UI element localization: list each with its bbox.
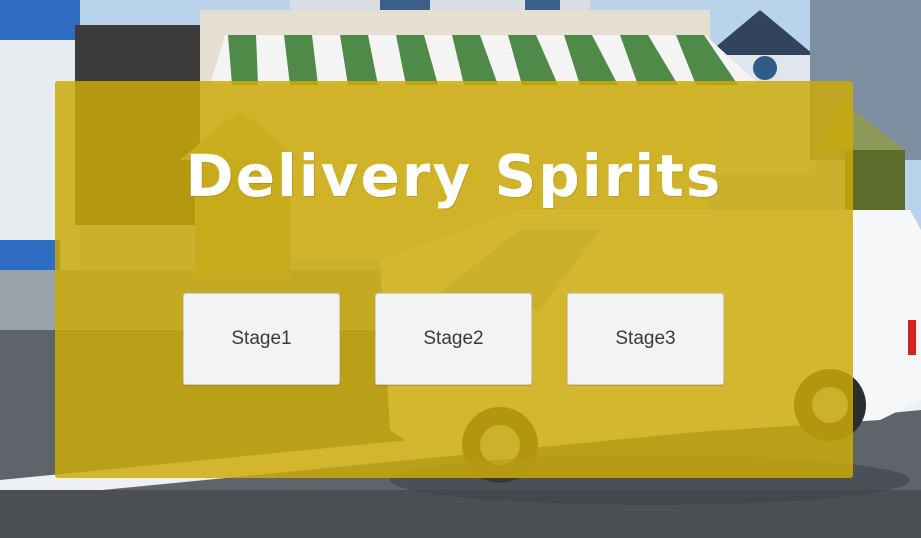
stage1-button[interactable]: Stage1 bbox=[183, 293, 340, 385]
stage2-button-label: Stage2 bbox=[423, 328, 484, 349]
stage1-button-label: Stage1 bbox=[231, 328, 292, 349]
stage-select-panel: Delivery Spirits Stage1 Stage2 Stage3 bbox=[55, 81, 853, 478]
stage2-button[interactable]: Stage2 bbox=[375, 293, 532, 385]
stage3-button-label: Stage3 bbox=[615, 328, 676, 349]
stage3-button[interactable]: Stage3 bbox=[567, 293, 724, 385]
game-title: Delivery Spirits bbox=[185, 142, 723, 210]
